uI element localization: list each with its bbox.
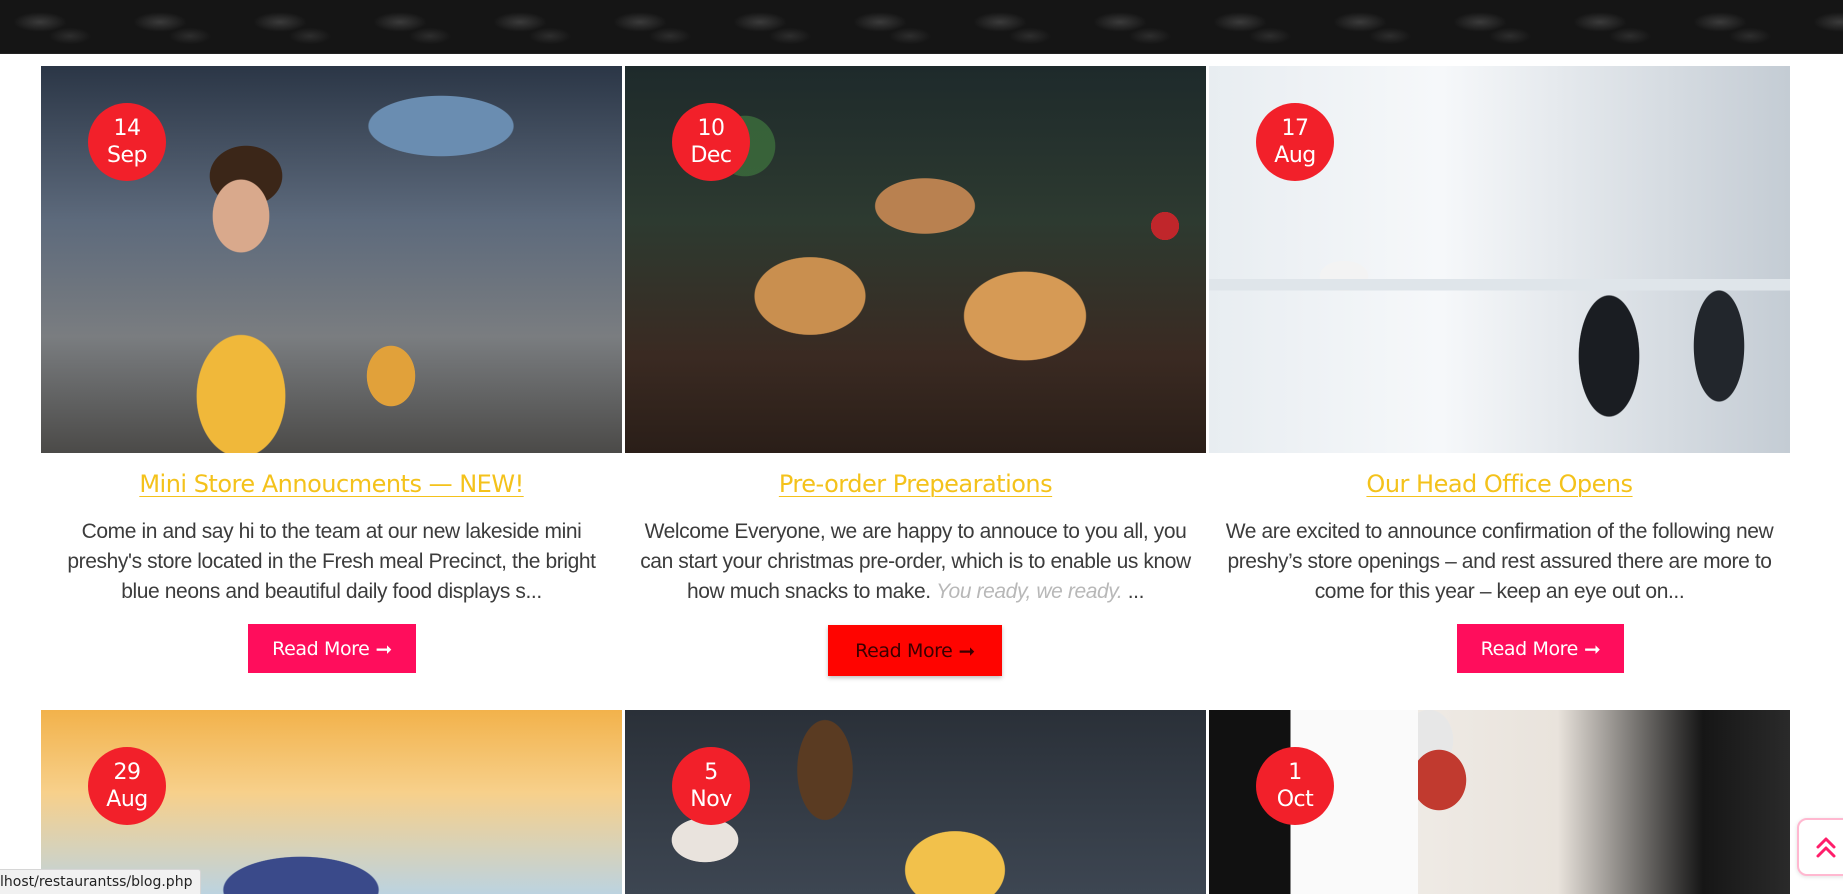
read-more-label: Read More — [272, 637, 370, 660]
blog-card-title[interactable]: Mini Store Annoucments — NEW! — [41, 469, 622, 499]
read-more-button[interactable]: Read More ➞ — [828, 625, 1002, 676]
blog-card-image[interactable]: 5 Nov — [625, 710, 1206, 894]
blog-card-image[interactable]: 14 Sep — [41, 66, 622, 453]
date-day: 1 — [1288, 760, 1302, 785]
long-arrow-right-icon: ➞ — [375, 636, 392, 661]
date-day: 5 — [704, 760, 718, 785]
date-month: Nov — [690, 787, 732, 812]
long-arrow-right-icon: ➞ — [958, 638, 975, 663]
excerpt-tail: ... — [1122, 580, 1145, 603]
read-more-label: Read More — [1480, 637, 1579, 660]
date-badge: 10 Dec — [672, 103, 750, 181]
blog-card: 29 Aug — [41, 710, 622, 894]
date-badge: 5 Nov — [672, 747, 750, 825]
blog-grid: 14 Sep Mini Store Annoucments — NEW! Com… — [41, 66, 1792, 678]
blog-card-excerpt: Welcome Everyone, we are happy to annouc… — [633, 517, 1198, 607]
browser-status-url: lhost/restaurantss/blog.php — [0, 869, 202, 894]
date-month: Oct — [1276, 787, 1314, 812]
blog-card: 5 Nov — [625, 710, 1206, 894]
excerpt-italic: You ready, we ready. — [936, 580, 1123, 603]
blog-card: 10 Dec Pre-order Prepearations Welcome E… — [625, 66, 1206, 676]
date-badge: 14 Sep — [88, 103, 166, 181]
scroll-to-top-button[interactable] — [1797, 818, 1843, 876]
date-badge: 17 Aug — [1256, 103, 1334, 181]
blog-card: 1 Oct — [1209, 710, 1790, 894]
blog-card-excerpt: We are excited to announce confirmation … — [1225, 520, 1774, 603]
date-day: 14 — [113, 116, 142, 141]
leaf-pattern-banner — [0, 0, 1843, 54]
read-more-label: Read More — [855, 639, 953, 662]
date-day: 17 — [1281, 116, 1310, 141]
double-chevron-up-icon — [1816, 837, 1836, 858]
date-day: 29 — [113, 760, 142, 785]
date-day: 10 — [697, 116, 726, 141]
date-month: Sep — [107, 143, 147, 168]
read-more-button[interactable]: Read More ➞ — [1457, 624, 1624, 673]
date-badge: 29 Aug — [88, 747, 166, 825]
blog-row: 14 Sep Mini Store Annoucments — NEW! Com… — [41, 66, 1792, 678]
blog-card-title[interactable]: Pre-order Prepearations — [625, 469, 1206, 499]
date-badge: 1 Oct — [1256, 747, 1334, 825]
blog-card-excerpt: Come in and say hi to the team at our ne… — [67, 520, 596, 603]
read-more-button[interactable]: Read More ➞ — [248, 624, 416, 673]
date-month: Aug — [1274, 143, 1316, 168]
blog-card: 17 Aug Our Head Office Opens We are exci… — [1209, 66, 1790, 673]
blog-card-image[interactable]: 1 Oct — [1209, 710, 1790, 894]
blog-card-image[interactable]: 17 Aug — [1209, 66, 1790, 453]
long-arrow-right-icon: ➞ — [1583, 636, 1601, 661]
date-month: Dec — [690, 143, 732, 168]
date-month: Aug — [106, 787, 148, 812]
blog-card-title[interactable]: Our Head Office Opens — [1209, 469, 1790, 499]
blog-card-image[interactable]: 29 Aug — [41, 710, 622, 894]
blog-card: 14 Sep Mini Store Annoucments — NEW! Com… — [41, 66, 622, 673]
blog-card-image[interactable]: 10 Dec — [625, 66, 1206, 453]
blog-row: 29 Aug 5 Nov 1 Oct — [41, 710, 1792, 894]
